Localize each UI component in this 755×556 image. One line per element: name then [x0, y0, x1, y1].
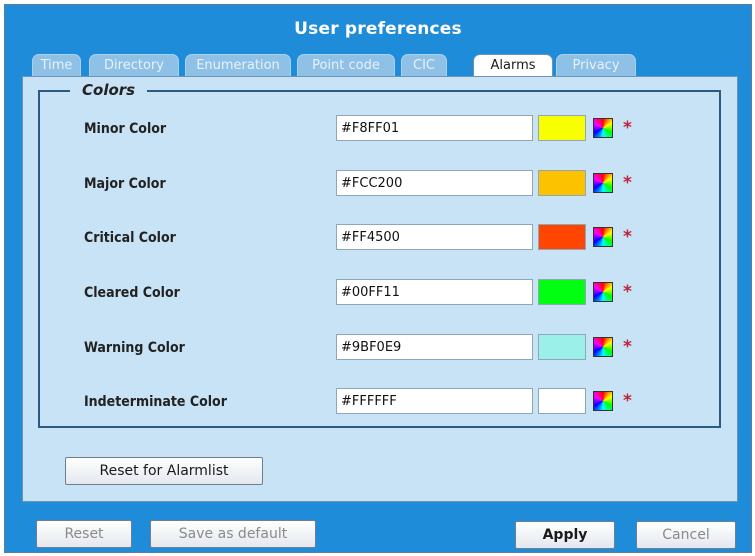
cancel-button[interactable]: Cancel [636, 521, 736, 549]
cleared-color-picker-icon[interactable] [593, 282, 613, 302]
warning-color-label: Warning Color [84, 340, 185, 356]
reset-for-alarmlist-button[interactable]: Reset for Alarmlist [65, 457, 263, 485]
indeterminate-color-picker-icon[interactable] [593, 391, 613, 411]
tab-privacy[interactable]: Privacy [556, 54, 636, 76]
warning-color-swatch [538, 334, 586, 360]
required-marker: * [623, 337, 632, 357]
minor-color-picker-icon[interactable] [593, 118, 613, 138]
tab-point-code[interactable]: Point code [297, 54, 395, 76]
cleared-color-swatch [538, 279, 586, 305]
major-color-label: Major Color [84, 176, 166, 192]
minor-color-input[interactable] [336, 115, 533, 141]
indeterminate-color-swatch [538, 388, 586, 414]
tab-enumeration[interactable]: Enumeration [185, 54, 291, 76]
minor-color-swatch [538, 115, 586, 141]
critical-color-picker-icon[interactable] [593, 227, 613, 247]
major-color-swatch [538, 170, 586, 196]
tab-directory[interactable]: Directory [89, 54, 179, 76]
warning-color-input[interactable] [336, 334, 533, 360]
cleared-color-label: Cleared Color [84, 285, 180, 301]
alarms-panel: Colors Minor Color * Major Color * Criti… [22, 76, 738, 502]
indeterminate-color-label: Indeterminate Color [84, 394, 227, 410]
save-as-default-button[interactable]: Save as default [150, 520, 316, 548]
required-marker: * [623, 118, 632, 138]
required-marker: * [623, 391, 632, 411]
required-marker: * [623, 227, 632, 247]
major-color-picker-icon[interactable] [593, 173, 613, 193]
minor-color-label: Minor Color [84, 121, 167, 137]
dialog-title: User preferences [294, 19, 462, 39]
tab-time[interactable]: Time [32, 54, 81, 76]
warning-color-picker-icon[interactable] [593, 337, 613, 357]
critical-color-input[interactable] [336, 224, 533, 250]
critical-color-swatch [538, 224, 586, 250]
tab-cic[interactable]: CIC [401, 54, 447, 76]
apply-button[interactable]: Apply [515, 521, 615, 549]
indeterminate-color-input[interactable] [336, 388, 533, 414]
major-color-input[interactable] [336, 170, 533, 196]
cleared-color-input[interactable] [336, 279, 533, 305]
user-preferences-dialog: User preferences Time Directory Enumerat… [4, 4, 752, 553]
colors-legend: Colors [70, 81, 148, 99]
reset-button[interactable]: Reset [36, 520, 132, 548]
required-marker: * [623, 282, 632, 302]
critical-color-label: Critical Color [84, 230, 176, 246]
required-marker: * [623, 173, 632, 193]
tab-alarms[interactable]: Alarms [473, 54, 553, 77]
colors-fieldset: Colors Minor Color * Major Color * Criti… [38, 81, 721, 428]
